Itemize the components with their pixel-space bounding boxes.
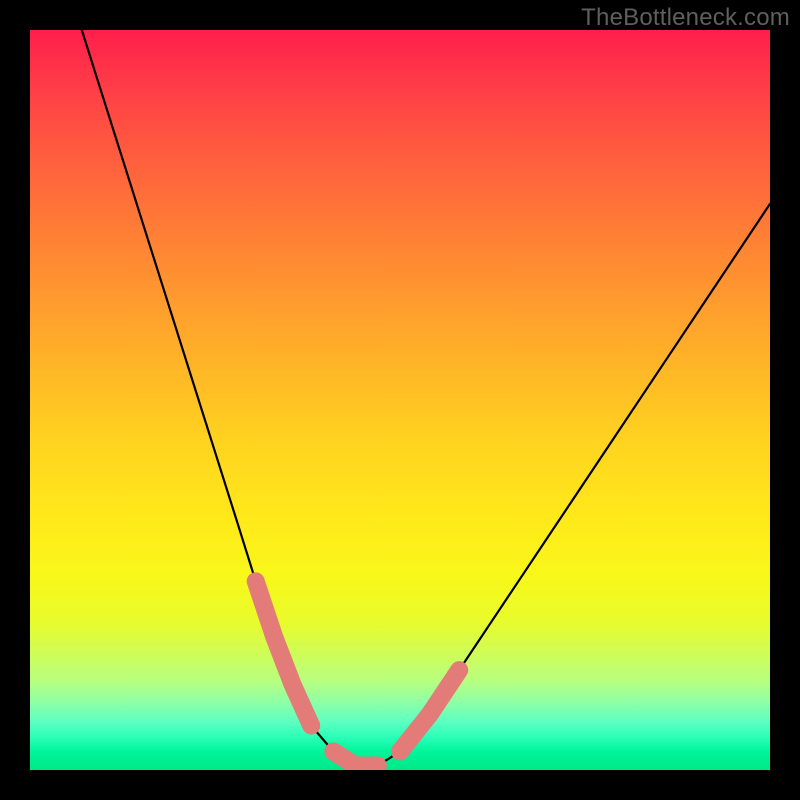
bottom-marker-segment — [333, 752, 377, 766]
plot-area — [30, 30, 770, 770]
right-marker-segment — [400, 670, 459, 751]
curve-layer — [30, 30, 770, 770]
chart-frame: TheBottleneck.com — [0, 0, 800, 800]
left-marker-segment — [256, 581, 312, 725]
bottleneck-curve — [82, 30, 770, 766]
marker-group — [256, 581, 460, 765]
watermark-text: TheBottleneck.com — [581, 4, 790, 32]
